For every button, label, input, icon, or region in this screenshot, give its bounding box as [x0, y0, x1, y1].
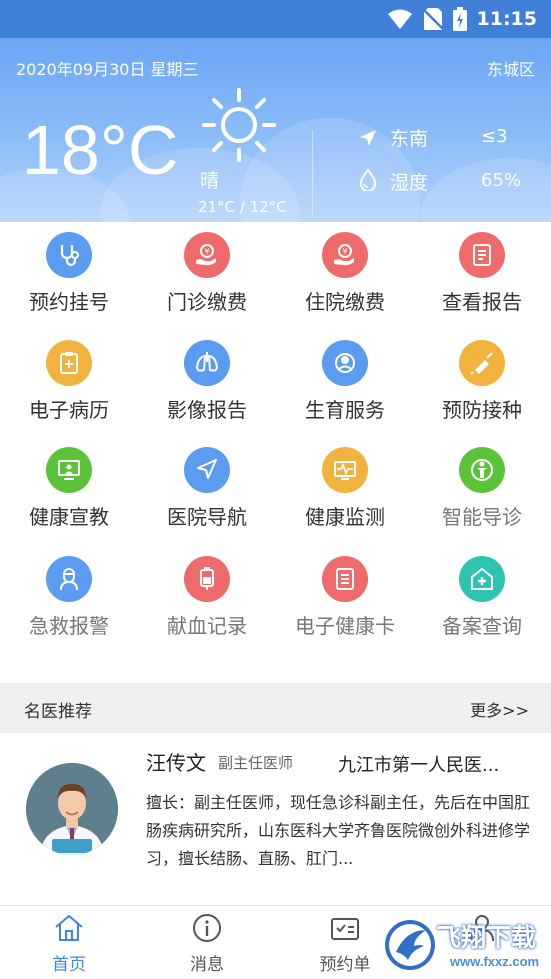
weather-card[interactable]: 2020年09月30日 星期三 东城区 18°C 晴 21°C / 12°C 东… — [0, 38, 551, 222]
info-icon — [193, 914, 221, 942]
service-label: 备案查询 — [442, 614, 522, 638]
wifi-icon — [387, 9, 412, 29]
tab-messages[interactable]: 消息 — [138, 906, 276, 979]
weather-district[interactable]: 东城区 — [487, 56, 535, 80]
sun-icon — [202, 88, 276, 162]
service-health-monitoring[interactable]: 健康监测 — [276, 437, 414, 547]
service-label: 电子健康卡 — [295, 614, 395, 638]
weather-divider — [312, 130, 313, 216]
stethoscope-icon — [46, 232, 92, 278]
health-card-icon — [322, 556, 368, 602]
service-label: 健康宣教 — [29, 505, 109, 529]
service-label: 门诊缴费 — [167, 290, 247, 314]
service-medical-record[interactable]: 电子病历 — [0, 330, 138, 440]
service-imaging-report[interactable]: 影像报告 — [138, 330, 276, 440]
watermark-text: 飞翔下载 — [436, 923, 537, 952]
no-sim-icon — [422, 8, 443, 30]
service-smart-guide[interactable]: 智能导诊 — [413, 437, 551, 547]
service-blood-donation[interactable]: 献血记录 — [138, 546, 276, 656]
payment-hand-icon: ¥ — [184, 232, 230, 278]
svg-text:¥: ¥ — [342, 247, 347, 256]
service-outpatient-payment[interactable]: ¥ 门诊缴费 — [138, 222, 276, 332]
service-inpatient-payment[interactable]: ¥ 住院缴费 — [276, 222, 414, 332]
tab-label: 消息 — [190, 955, 224, 975]
payment-hand-icon: ¥ — [322, 232, 368, 278]
watermark-bird-icon — [385, 920, 435, 970]
humidity-value: 65% — [481, 170, 522, 191]
service-label: 健康监测 — [305, 505, 385, 529]
service-label: 住院缴费 — [305, 290, 385, 314]
wind-direction-icon — [360, 130, 376, 146]
doctor-hospital: 九江市第一人民医... — [338, 755, 500, 776]
baby-icon — [322, 340, 368, 386]
status-bar: 11:15 — [0, 0, 551, 38]
service-health-card[interactable]: 电子健康卡 — [276, 546, 414, 656]
home-icon — [55, 915, 83, 941]
doctor-title: 副主任医师 — [218, 754, 294, 772]
status-time: 11:15 — [476, 8, 537, 30]
body-guide-icon — [459, 447, 505, 493]
section-title: 名医推荐 — [24, 702, 92, 722]
humidity-drop-icon — [359, 169, 377, 191]
doctor-description: 擅长：副主任医师，现任急诊科副主任，先后在中国肛肠疾病研究所，山东医科大学齐鲁医… — [146, 793, 531, 868]
service-label: 查看报告 — [442, 290, 522, 314]
more-link[interactable]: 更多>> — [470, 697, 529, 721]
tab-home[interactable]: 首页 — [0, 906, 138, 979]
service-label: 电子病历 — [29, 398, 109, 422]
service-label: 影像报告 — [167, 398, 247, 422]
battery-charging-icon — [452, 7, 467, 31]
humidity-label: 湿度 — [390, 172, 429, 194]
doctor-card[interactable]: 汪传文 副主任医师 九江市第一人民医... 擅长：副主任医师，现任急诊科副主任，… — [0, 733, 551, 893]
appointment-icon — [331, 918, 359, 940]
syringe-icon — [459, 340, 505, 386]
service-label: 智能导诊 — [442, 505, 522, 529]
clipboard-icon — [46, 340, 92, 386]
service-view-report[interactable]: 查看报告 — [413, 222, 551, 332]
blood-bag-icon — [184, 556, 230, 602]
wind-direction: 东南 — [390, 128, 429, 150]
service-emergency-alarm[interactable]: 急救报警 — [0, 546, 138, 656]
service-record-query[interactable]: 备案查询 — [413, 546, 551, 656]
monitor-pulse-icon — [322, 447, 368, 493]
report-icon — [459, 232, 505, 278]
tab-label: 首页 — [52, 955, 86, 975]
service-label: 预约挂号 — [29, 290, 109, 314]
weather-condition: 晴 — [200, 170, 220, 192]
svg-text:¥: ¥ — [204, 247, 209, 256]
service-maternity[interactable]: 生育服务 — [276, 330, 414, 440]
service-label: 医院导航 — [167, 505, 247, 529]
navigation-icon — [184, 447, 230, 493]
doctor-avatar — [26, 763, 118, 855]
doctor-name: 汪传文 — [146, 751, 206, 775]
service-grid: 预约挂号 ¥ 门诊缴费 ¥ 住院缴费 查看报告 电子病历 影像报告 生育服务 预… — [0, 222, 551, 682]
service-appointment[interactable]: 预约挂号 — [0, 222, 138, 332]
lungs-icon — [184, 340, 230, 386]
status-icons: 11:15 — [387, 6, 537, 32]
weather-date: 2020年09月30日 星期三 — [16, 60, 199, 79]
recommended-doctors-header: 名医推荐 更多>> — [0, 683, 551, 733]
watermark-logo: 飞翔下载 www.fxxz.com — [384, 912, 551, 979]
weather-temperature: 18°C — [22, 111, 179, 189]
presentation-icon — [46, 447, 92, 493]
service-label: 生育服务 — [305, 398, 385, 422]
service-label: 预防接种 — [442, 398, 522, 422]
hospital-icon — [459, 556, 505, 602]
weather-range: 21°C / 12°C — [198, 198, 287, 216]
wind-level: ≤3 — [481, 126, 508, 147]
service-health-education[interactable]: 健康宣教 — [0, 437, 138, 547]
watermark-url: www.fxxz.com — [450, 954, 540, 969]
service-vaccination[interactable]: 预防接种 — [413, 330, 551, 440]
doctor-icon — [46, 556, 92, 602]
service-label: 献血记录 — [167, 614, 247, 638]
service-label: 急救报警 — [29, 614, 109, 638]
service-hospital-navigation[interactable]: 医院导航 — [138, 437, 276, 547]
